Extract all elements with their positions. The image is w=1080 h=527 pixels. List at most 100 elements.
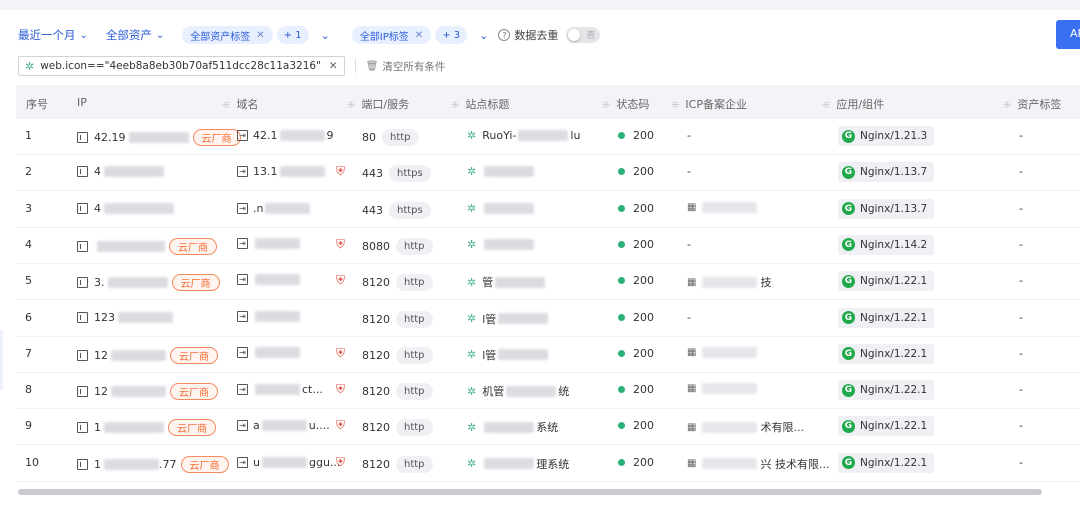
- horizontal-scrollbar[interactable]: [18, 489, 1042, 495]
- component-tag[interactable]: G Nginx/1.22.1: [838, 452, 935, 473]
- icp-cell[interactable]: ▦ 兴 技术有限...: [687, 456, 829, 472]
- ip-tag-count[interactable]: + 3: [435, 26, 468, 44]
- table-row[interactable]: 2 4 ⇥ 13.1 ⛨ 443 https ✲ 200 - G Nginx/1.13.7 -: [16, 155, 1080, 192]
- port-cell[interactable]: 8080 http: [362, 237, 433, 255]
- app-cell[interactable]: G Nginx/1.13.7: [838, 162, 935, 183]
- table-row[interactable]: 8 12 云厂商 ⇥ ct... ⛨ 8120 http ✲ 机管 统 200 ▦ G Nginx/1.22…: [16, 373, 1080, 410]
- domain-cell[interactable]: ⇥: [237, 237, 302, 249]
- title-cell[interactable]: ✲ 机管 统: [467, 383, 569, 399]
- header-port[interactable]: ⁜ 端口/服务: [347, 96, 409, 112]
- port-cell[interactable]: 8120 http: [362, 419, 433, 437]
- ip-tag-chip[interactable]: 全部IP标签 ✕: [351, 26, 432, 44]
- icp-cell[interactable]: ▦ 术有限...: [687, 419, 804, 435]
- port-cell[interactable]: 8120 http: [362, 346, 433, 364]
- table-row[interactable]: 4 云厂商 ⇥ ⛨ 8080 http ✲ 200 - G Nginx/1.14.2 -: [16, 228, 1080, 264]
- app-cell[interactable]: G Nginx/1.14.2: [838, 234, 935, 255]
- header-asset-tag[interactable]: ⁜ 资产标签: [1003, 96, 1061, 112]
- column-resize-icon[interactable]: ⁜: [671, 100, 679, 111]
- app-cell[interactable]: G Nginx/1.22.1: [838, 416, 935, 437]
- domain-cell[interactable]: ⇥: [237, 310, 302, 322]
- title-cell[interactable]: ✲ 管: [467, 274, 547, 290]
- header-title[interactable]: ⁜ 站点标题: [451, 96, 509, 112]
- icp-cell[interactable]: ▦: [687, 201, 760, 213]
- component-tag[interactable]: G Nginx/1.13.7: [838, 162, 935, 183]
- ip-cell[interactable]: 12 云厂商: [77, 383, 218, 401]
- app-cell[interactable]: G Nginx/1.22.1: [838, 343, 935, 364]
- title-cell[interactable]: ✲: [467, 238, 536, 251]
- header-app[interactable]: ⁜ 应用/组件: [822, 96, 884, 112]
- port-cell[interactable]: 8120 http: [362, 310, 433, 328]
- app-cell[interactable]: G Nginx/1.21.3: [838, 126, 935, 146]
- asset-tag-count[interactable]: + 1: [276, 26, 309, 44]
- api-button[interactable]: AP: [1056, 20, 1080, 49]
- title-cell[interactable]: ✲: [467, 165, 536, 178]
- cloud-vendor-tag[interactable]: 云厂商: [170, 383, 218, 401]
- component-tag[interactable]: G Nginx/1.22.1: [838, 380, 935, 401]
- asset-tag-chip[interactable]: 全部资产标签 ✕: [182, 26, 273, 44]
- domain-cell[interactable]: ⇥: [237, 346, 302, 358]
- table-row[interactable]: 1 42.19 云厂商 ⇥ 42.1 9 80 http ✲ RuoYi-lu 200- G Nginx…: [16, 119, 1080, 155]
- column-resize-icon[interactable]: ⁜: [347, 100, 355, 111]
- ip-cell[interactable]: 云厂商: [77, 237, 217, 255]
- time-range-select[interactable]: 最近一个月 ⌄: [18, 27, 88, 43]
- ip-cell[interactable]: 12 云厂商: [77, 346, 218, 364]
- cloud-vendor-tag[interactable]: 云厂商: [169, 237, 217, 255]
- component-tag[interactable]: G Nginx/1.22.1: [838, 271, 935, 292]
- cloud-vendor-tag[interactable]: 云厂商: [171, 274, 220, 292]
- ip-cell[interactable]: 3. 云厂商: [77, 274, 220, 292]
- port-cell[interactable]: 8120 http: [362, 383, 433, 401]
- title-cell[interactable]: ✲ 系统: [467, 419, 558, 435]
- port-cell[interactable]: 8120 http: [362, 274, 433, 292]
- component-tag[interactable]: G Nginx/1.14.2: [838, 234, 935, 255]
- table-row[interactable]: 5 3. 云厂商 ⇥ ⛨ 8120 http ✲ 管 200 ▦ 技 G Nginx/1.22.1-: [16, 264, 1080, 301]
- icp-cell[interactable]: -: [687, 238, 691, 251]
- chevron-down-icon[interactable]: ⌄: [321, 29, 330, 42]
- query-chip[interactable]: ✲ web.icon=="4eeb8a8eb30b70af511dcc28c11…: [18, 56, 345, 76]
- table-row[interactable]: 10 1.77 云厂商 ⇥ u ggu... ⛨ 8120 http ✲ 理系统 200 ▦ 兴 技术有限…: [16, 446, 1080, 482]
- port-cell[interactable]: 443 https: [362, 201, 431, 219]
- cloud-vendor-tag[interactable]: 云厂商: [170, 346, 218, 364]
- close-icon[interactable]: ✕: [415, 30, 423, 41]
- icp-cell[interactable]: ▦ 技: [687, 274, 771, 290]
- table-row[interactable]: 3 4 ⇥ .n 443 https ✲ 200 ▦ G Nginx/1.13.7 -: [16, 192, 1080, 228]
- port-cell[interactable]: 443 https: [362, 165, 431, 183]
- header-domain[interactable]: ⁜ 域名: [222, 96, 258, 112]
- title-cell[interactable]: ✲ 理系统: [467, 456, 569, 472]
- domain-cell[interactable]: ⇥ 13.1: [237, 165, 327, 178]
- domain-cell[interactable]: ⇥: [237, 274, 302, 286]
- domain-cell[interactable]: ⇥ ct...: [237, 383, 323, 396]
- port-cell[interactable]: 8120 http: [362, 455, 433, 473]
- table-row[interactable]: 9 1 云厂商 ⇥ a u.... ⛨ 8120 http ✲ 系统 200 ▦ 术有限... G Nginx…: [16, 409, 1080, 446]
- header-ip[interactable]: IP: [77, 96, 87, 109]
- dedup-toggle[interactable]: 否: [566, 27, 601, 43]
- ip-cell[interactable]: 1 .77 云厂商: [77, 455, 229, 473]
- component-tag[interactable]: G Nginx/1.21.3: [838, 126, 935, 146]
- column-resize-icon[interactable]: ⁜: [451, 100, 459, 111]
- close-icon[interactable]: ✕: [256, 30, 264, 41]
- column-resize-icon[interactable]: ⁜: [222, 100, 230, 111]
- help-icon[interactable]: ?: [498, 29, 511, 41]
- cloud-vendor-tag[interactable]: 云厂商: [180, 455, 229, 473]
- asset-scope-select[interactable]: 全部资产 ⌄: [106, 27, 164, 43]
- icp-cell[interactable]: -: [687, 129, 691, 142]
- ip-cell[interactable]: 4: [77, 202, 174, 215]
- title-cell[interactable]: ✲ l管: [467, 311, 550, 327]
- title-cell[interactable]: ✲ RuoYi-lu: [467, 129, 580, 142]
- chevron-down-icon[interactable]: ⌄: [479, 29, 488, 42]
- ip-cell[interactable]: 1 云厂商: [77, 419, 216, 437]
- table-row[interactable]: 7 12 云厂商 ⇥ ⛨ 8120 http ✲ l管 200 ▦ G Nginx/1.22.1 -: [16, 337, 1080, 373]
- app-cell[interactable]: G Nginx/1.22.1: [838, 307, 935, 328]
- ip-cell[interactable]: 42.19 云厂商: [77, 129, 241, 146]
- column-resize-icon[interactable]: ⁜: [822, 100, 830, 111]
- app-cell[interactable]: G Nginx/1.22.1: [838, 271, 935, 292]
- icp-cell[interactable]: ▦: [687, 346, 760, 358]
- app-cell[interactable]: G Nginx/1.22.1: [838, 380, 935, 401]
- column-resize-icon[interactable]: ⁜: [1003, 100, 1011, 111]
- close-icon[interactable]: ✕: [329, 60, 338, 72]
- table-row[interactable]: 6 123 ⇥ 8120 http ✲ l管 200 - G Nginx/1.22.1 -: [16, 301, 1080, 337]
- domain-cell[interactable]: ⇥ 42.1 9: [237, 129, 334, 142]
- ip-cell[interactable]: 4: [77, 165, 164, 178]
- ip-cell[interactable]: 123: [77, 311, 173, 324]
- component-tag[interactable]: G Nginx/1.22.1: [838, 307, 935, 328]
- title-cell[interactable]: ✲: [467, 202, 536, 215]
